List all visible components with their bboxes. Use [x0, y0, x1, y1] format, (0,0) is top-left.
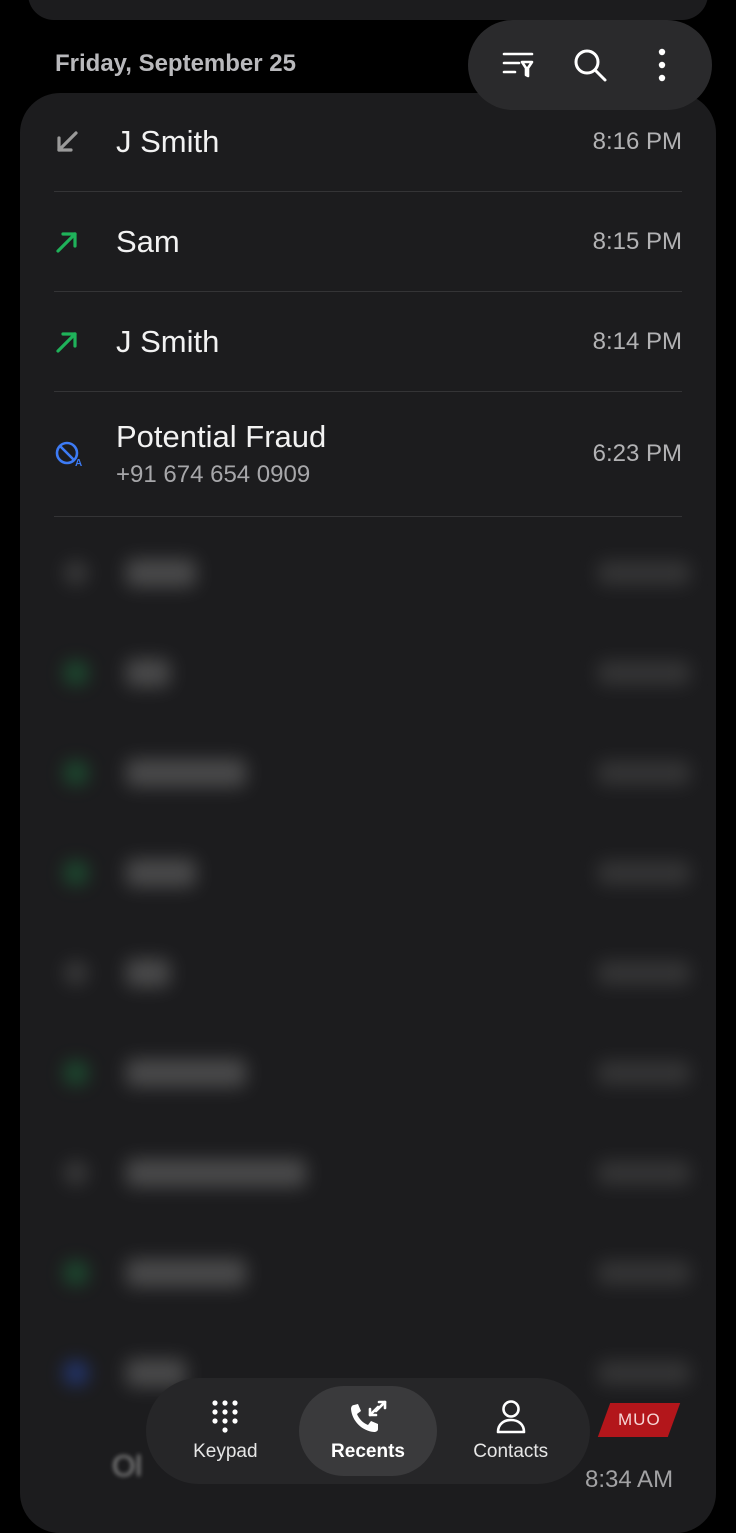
call-time: 8:16 PM [592, 128, 682, 155]
search-icon [574, 49, 607, 82]
peek-call-time: 8:34 AM [585, 1466, 674, 1493]
caller-name: Sam [116, 223, 180, 259]
nav-label: Recents [331, 1441, 405, 1462]
previous-card-edge [28, 0, 708, 20]
caller-name: J Smith [116, 124, 220, 159]
incoming-call-arrow-icon [57, 131, 78, 152]
caller-name: J Smith [116, 323, 220, 359]
outgoing-call-arrow-icon [56, 231, 77, 253]
call-log-row[interactable]: J Smith 8:14 PM [54, 292, 682, 392]
contacts-icon [496, 1400, 525, 1434]
blurred-call-history [50, 523, 690, 1423]
top-toolbar [468, 20, 712, 110]
call-time: 8:15 PM [592, 227, 682, 255]
blocked-fraud-call-icon: A [55, 441, 82, 469]
call-log-card: J Smith 8:16 PM Sam 8:15 PM J Smith 8:14… [20, 93, 716, 1533]
filter-button[interactable] [493, 40, 543, 90]
call-log-row[interactable]: Sam 8:15 PM [54, 192, 682, 292]
keypad-icon [212, 1400, 238, 1433]
nav-contacts[interactable]: Contacts [441, 1386, 580, 1476]
nav-label: Contacts [473, 1441, 549, 1462]
nav-keypad[interactable]: Keypad [156, 1386, 295, 1476]
more-options-icon [658, 48, 666, 82]
call-time: 6:23 PM [592, 440, 682, 467]
nav-label: Keypad [193, 1441, 258, 1462]
outgoing-call-arrow-icon [56, 331, 77, 353]
peek-caller-name: Ol [112, 1450, 142, 1483]
date-header: Friday, September 25 [55, 50, 296, 77]
bottom-navigation: Keypad Recents Contacts [146, 1378, 590, 1484]
watermark-text: MUO [617, 1410, 661, 1429]
svg-text:A: A [75, 458, 82, 469]
search-button[interactable] [565, 40, 615, 90]
caller-number: +91 674 654 0909 [116, 461, 311, 488]
call-log-row[interactable]: A Potential Fraud +91 674 654 0909 6:23 … [54, 392, 682, 517]
filter-icon [502, 52, 534, 78]
nav-recents[interactable]: Recents [298, 1386, 438, 1476]
call-time: 8:14 PM [592, 327, 682, 355]
caller-name: Potential Fraud [116, 419, 327, 454]
watermark-logo: MUO [597, 1403, 681, 1437]
recents-icon [351, 1400, 387, 1432]
more-options-button[interactable] [637, 40, 687, 90]
